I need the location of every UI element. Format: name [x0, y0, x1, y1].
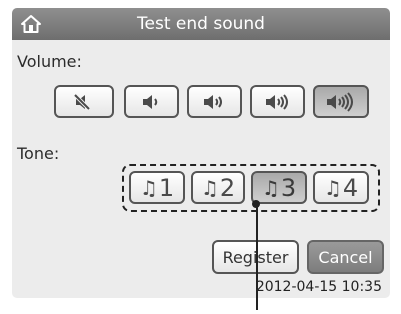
- volume-label: Volume:: [17, 52, 82, 71]
- volume-level-1-button[interactable]: [124, 85, 179, 118]
- speaker-muted-icon: [73, 93, 91, 110]
- speaker-level-1-icon: [142, 94, 157, 109]
- music-note-icon: ♫: [200, 175, 219, 200]
- volume-level-4-button[interactable]: [313, 85, 369, 118]
- callout-line: [256, 204, 258, 310]
- music-note-icon: ♫: [323, 175, 342, 200]
- cancel-button[interactable]: Cancel: [307, 240, 384, 274]
- volume-level-3-button[interactable]: [250, 85, 305, 118]
- music-note-icon: ♫: [261, 175, 280, 200]
- tone-3-button[interactable]: ♫ 3: [251, 171, 307, 204]
- device-screen: Test end sound Volume: Tone: ♫ 1 ♫ 2 ♫ 3…: [12, 8, 390, 298]
- tone-2-label: 2: [219, 173, 236, 202]
- tone-4-button[interactable]: ♫ 4: [313, 171, 369, 204]
- page-title: Test end sound: [137, 14, 265, 34]
- title-bar: Test end sound: [12, 8, 390, 40]
- speaker-level-3-icon: [265, 93, 288, 110]
- tone-label: Tone:: [17, 144, 60, 163]
- speaker-level-2-icon: [203, 94, 222, 109]
- volume-mute-button[interactable]: [54, 85, 114, 118]
- tone-1-button[interactable]: ♫ 1: [129, 171, 185, 204]
- volume-level-2-button[interactable]: [187, 85, 242, 118]
- tone-3-label: 3: [280, 173, 297, 202]
- music-note-icon: ♫: [139, 175, 158, 200]
- speaker-level-4-icon: [327, 91, 353, 112]
- tone-4-label: 4: [342, 173, 359, 202]
- tone-2-button[interactable]: ♫ 2: [191, 171, 245, 204]
- tone-1-label: 1: [158, 173, 175, 202]
- status-datetime: 2012-04-15 10:35: [255, 279, 382, 295]
